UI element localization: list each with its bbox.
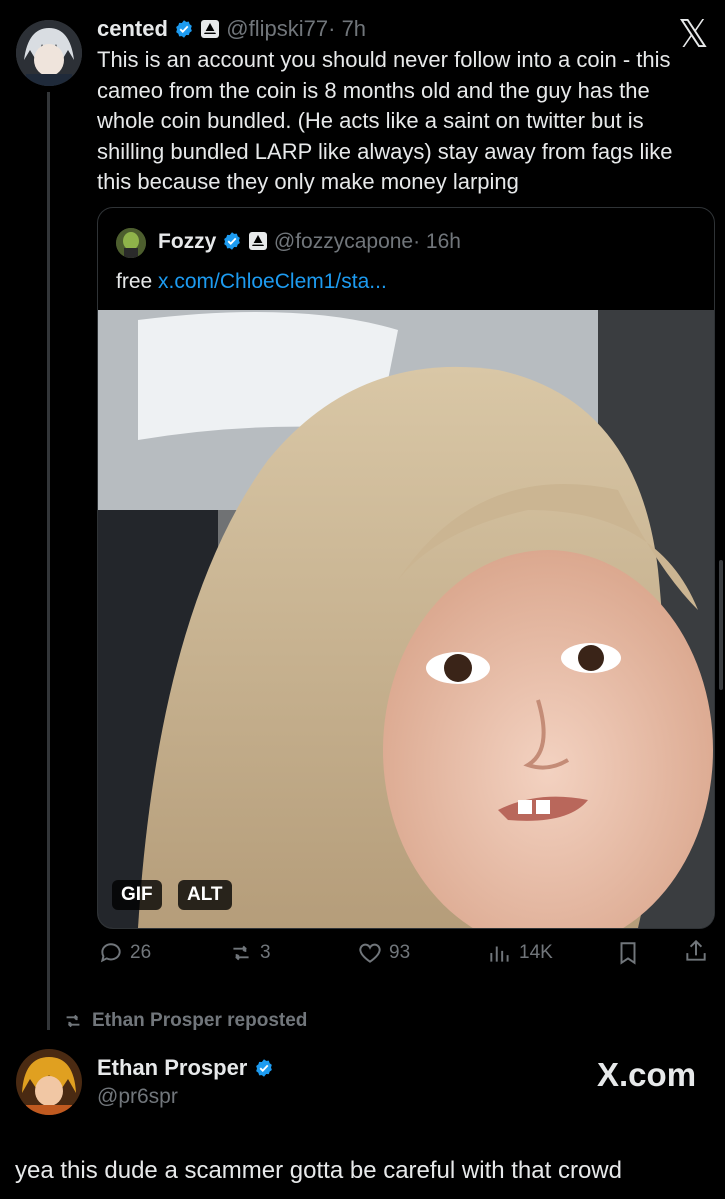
- share-button[interactable]: [683, 938, 709, 964]
- avatar[interactable]: [16, 20, 82, 86]
- like-button[interactable]: 93: [357, 940, 410, 966]
- repost-button[interactable]: 3: [228, 940, 271, 966]
- x-brand: X.com: [597, 1056, 697, 1093]
- repost-count: 3: [260, 942, 271, 963]
- quoted-tweet[interactable]: Fozzy @fozzycapone· 16h free x.com/Chloe…: [97, 207, 715, 929]
- scrollbar[interactable]: [719, 560, 723, 690]
- reply-count: 26: [130, 942, 152, 963]
- like-count: 93: [389, 942, 411, 963]
- quoted-author-name[interactable]: Fozzy: [158, 230, 216, 253]
- affiliate-badge-icon: [249, 232, 268, 250]
- author-name[interactable]: Ethan Prosper: [97, 1055, 247, 1080]
- share-icon: [686, 939, 706, 961]
- author-handle[interactable]: @pr6spr: [97, 1085, 178, 1109]
- quoted-link[interactable]: x.com/ChloeClem1/sta...: [158, 270, 387, 293]
- heart-icon: [359, 943, 381, 963]
- tweet-text: This is an account you should never foll…: [97, 47, 673, 194]
- affiliate-badge-icon: [201, 20, 220, 38]
- verified-badge-icon: [224, 232, 241, 250]
- quoted-timestamp[interactable]: · 16h: [413, 230, 461, 253]
- views-count: 14K: [519, 942, 553, 963]
- views-button[interactable]: 14K: [487, 940, 553, 966]
- quoted-author-handle[interactable]: @fozzycapone: [274, 230, 413, 253]
- repost-icon: [233, 945, 249, 961]
- avatar[interactable]: [16, 1049, 82, 1115]
- thread-line: [47, 92, 50, 1030]
- bookmark-button[interactable]: [615, 940, 641, 966]
- gif-badge[interactable]: GIF: [112, 880, 162, 910]
- tweet-text: yea this dude a scammer gotta be careful…: [15, 1157, 622, 1184]
- quoted-avatar[interactable]: [116, 228, 146, 258]
- alt-badge[interactable]: ALT: [178, 880, 232, 910]
- repost-icon: [66, 1014, 80, 1028]
- bookmark-icon: [620, 942, 636, 965]
- reply-icon: [100, 943, 121, 963]
- gif-media[interactable]: GIF ALT: [98, 310, 714, 928]
- repost-header-text: Ethan Prosper reposted: [92, 1010, 308, 1031]
- verified-badge-icon: [176, 20, 192, 38]
- reply-button[interactable]: 26: [98, 940, 151, 966]
- author-name[interactable]: cented: [97, 16, 168, 41]
- verified-badge-icon: [255, 1059, 272, 1077]
- timestamp[interactable]: · 7h: [328, 16, 366, 41]
- views-icon: [490, 946, 509, 962]
- author-handle[interactable]: @flipski77: [226, 16, 328, 41]
- quoted-text: free: [116, 270, 159, 293]
- repost-header[interactable]: Ethan Prosper reposted: [62, 1010, 307, 1032]
